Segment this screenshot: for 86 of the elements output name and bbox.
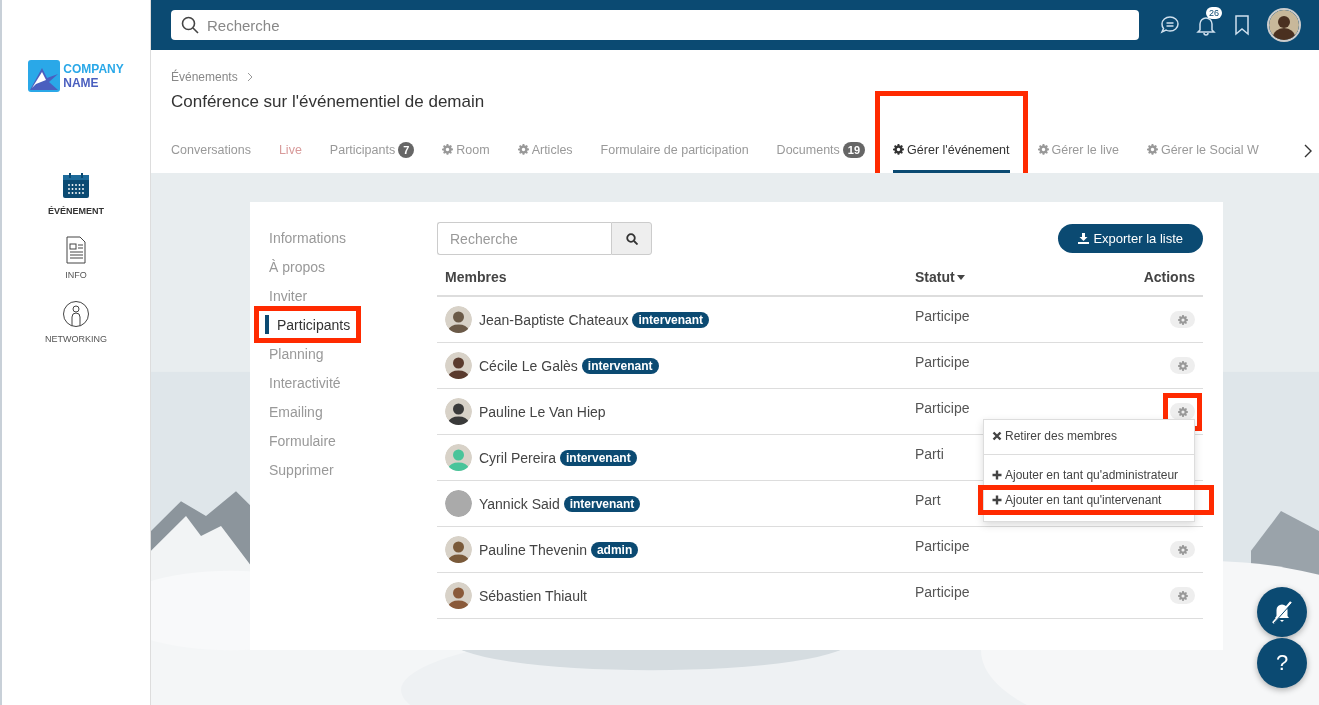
role-tag: intervenant [560,449,637,466]
settings-nav-item[interactable]: Supprimer [265,460,334,479]
settings-nav-item[interactable]: Inviter [265,286,308,305]
breadcrumb-link[interactable]: Événements [171,70,238,84]
gear-icon [1177,406,1188,417]
column-header: Membres [445,269,507,285]
sort-caret-icon[interactable] [956,274,965,280]
menu-item[interactable]: Retirer des membres [984,426,1194,446]
close-icon [992,431,1002,441]
gear-icon [1177,590,1188,601]
notification-badge: 26 [1206,7,1222,19]
search-icon [181,16,199,34]
tab[interactable]: Gérer le Social W [1146,129,1259,173]
gear-icon [1177,544,1188,555]
download-icon [1078,233,1090,244]
settings-nav-item[interactable]: Informations [265,228,347,247]
settings-button[interactable] [1170,541,1195,558]
status-text: Participe [915,584,970,600]
logo-text: NAME [63,76,100,90]
settings-nav-item[interactable]: Emailing [265,402,323,421]
member-name: Jean-Baptiste Chateaux [479,311,629,328]
member-name: Yannick Said [479,495,560,512]
status-text: Part [915,492,941,508]
member-name: Cyril Pereira [479,449,556,466]
gear-icon [1146,144,1158,155]
avatar[interactable] [1267,8,1301,42]
role-tag: intervenant [581,357,659,374]
menu-item[interactable]: Ajouter en tant qu'administrateur [984,465,1194,485]
tab[interactable]: Conversations [171,129,251,173]
page-title: Conférence sur l'événementiel de demain [171,92,486,112]
plus-icon [992,470,1002,480]
count-badge: 19 [842,141,866,158]
tab[interactable]: Live [278,129,302,173]
role-tag: intervenant [563,495,641,512]
member-name: Pauline Thevenin [479,541,587,558]
status-text: Participe [915,538,970,554]
member-name: Sébastien Thiault [479,587,587,604]
person-icon [62,300,90,328]
bell-icon[interactable] [1195,14,1217,36]
member-name: Cécile Le Galès [479,357,578,374]
settings-nav-item[interactable]: Formulaire [265,431,336,450]
chevron-icon [245,72,254,82]
calendar-icon [62,172,90,200]
member-search-field[interactable]: Recherche [437,222,611,255]
column-header[interactable]: Statut [915,269,955,285]
search-icon [625,232,638,245]
gear-icon [1177,314,1188,325]
logo-icon [28,60,61,92]
status-text: Participe [915,308,970,324]
settings-button[interactable] [1170,311,1195,328]
count-badge: 7 [398,141,415,158]
app-nav-item[interactable]: ÉVÉNEMENT [48,172,104,216]
settings-nav-item[interactable]: Participants [265,315,351,334]
plus-icon [992,495,1002,505]
tab[interactable]: Gérer le live [1037,129,1119,173]
status-text: Participe [915,400,970,416]
gear-icon [517,144,529,155]
chevron-right-icon[interactable] [1303,144,1313,158]
logo-text: COMPANY [63,62,124,76]
settings-nav-item[interactable]: Planning [265,344,324,363]
gear-icon [893,144,905,155]
member-name: Pauline Le Van Hiep [479,403,606,420]
role-tag: intervenant [632,311,710,328]
tab[interactable]: Room [442,129,490,173]
gear-icon [1177,360,1188,371]
settings-button[interactable] [1170,357,1195,374]
tab[interactable]: Participants 7 [329,129,415,173]
search-button[interactable] [611,222,652,255]
chat-icon[interactable] [1159,14,1181,36]
status-text: Participe [915,354,970,370]
role-tag: admin [590,541,639,558]
bell-slash-icon [1269,599,1295,625]
status-text: Parti [915,446,944,462]
app-nav-item[interactable]: NETWORKING [45,300,107,344]
export-button[interactable]: Exporter la liste [1058,224,1203,253]
tab[interactable]: Articles [517,129,573,173]
settings-nav-item[interactable]: Interactivité [265,373,341,392]
gear-icon [1037,144,1049,155]
settings-button[interactable] [1170,587,1195,604]
tab[interactable]: Formulaire de participation [600,129,749,173]
search-field[interactable]: Recherche [171,10,1139,40]
gear-icon [442,144,454,155]
settings-nav-item[interactable]: À propos [265,257,326,276]
column-header: Actions [1143,269,1195,285]
tab[interactable]: Documents 19 [776,129,866,173]
app-nav-item[interactable]: INFO [62,236,90,280]
